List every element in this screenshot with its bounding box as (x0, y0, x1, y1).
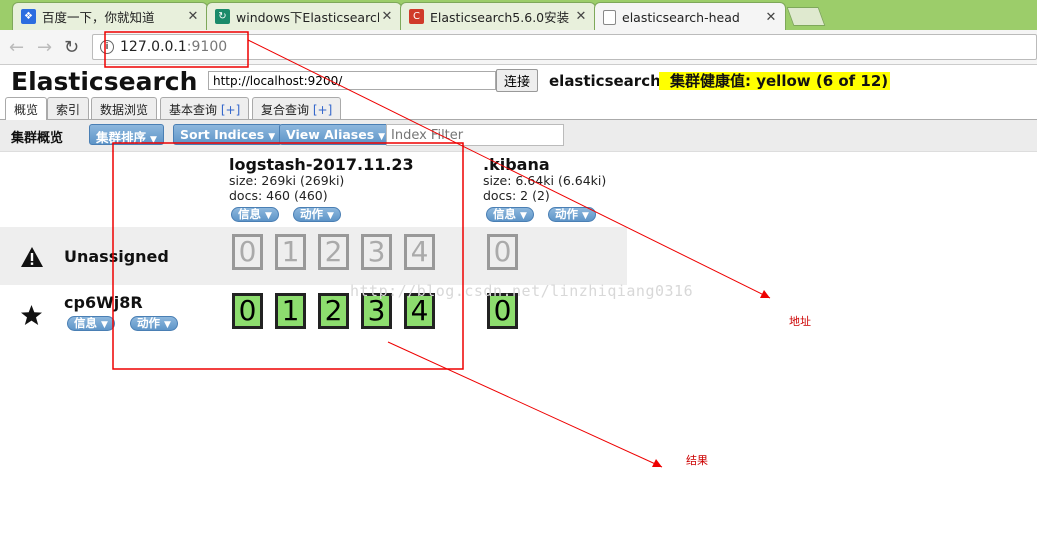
annotation-overlay (104, 31, 771, 468)
address-annotation: 地址 (789, 315, 811, 328)
result-arrow-line (387, 341, 663, 468)
result-highlight-box (112, 142, 464, 370)
address-highlight-box (104, 31, 249, 68)
address-arrow-line (247, 39, 771, 299)
result-annotation: 结果 (686, 454, 708, 467)
